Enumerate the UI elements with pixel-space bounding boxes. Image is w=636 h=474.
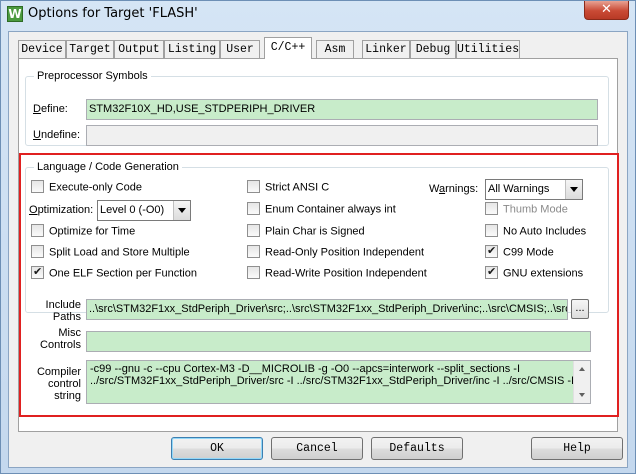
c99-mode-label: C99 Mode (503, 246, 554, 259)
enum-container-label: Enum Container always int (265, 203, 396, 216)
optimize-time-checkbox[interactable]: Optimize for Time (31, 224, 136, 239)
optimize-time-box (31, 224, 44, 237)
plain-char-checkbox[interactable]: Plain Char is Signed (247, 224, 365, 239)
tab-device[interactable]: Device (18, 40, 66, 59)
enum-container-box (247, 202, 260, 215)
split-load-label: Split Load and Store Multiple (49, 246, 190, 259)
compiler-control-text: -c99 --gnu -c --cpu Cortex-M3 -D__MICROL… (90, 363, 575, 387)
include-paths-field[interactable]: ..\src\STM32F1xx_StdPeriph_Driver\src;..… (86, 299, 568, 320)
compiler-control-label: Compiler control string (36, 366, 81, 402)
codegen-legend: Language / Code Generation (34, 161, 182, 173)
scroll-down-icon[interactable] (579, 393, 585, 397)
no-auto-includes-checkbox[interactable]: No Auto Includes (485, 224, 587, 239)
strict-ansi-box (247, 180, 260, 193)
dialog-client: Device Target Output Listing User C/C++ … (8, 31, 628, 468)
execute-only-box (31, 180, 44, 193)
tab-listing[interactable]: Listing (164, 40, 220, 59)
browse-include-button[interactable]: ... (571, 299, 589, 319)
include-paths-label: Include Paths (45, 299, 81, 323)
misc-controls-label: Misc Controls (40, 327, 81, 351)
plain-char-label: Plain Char is Signed (265, 225, 365, 238)
no-auto-includes-label: No Auto Includes (503, 225, 587, 238)
defaults-button[interactable]: Defaults (371, 437, 463, 460)
tab-output[interactable]: Output (114, 40, 164, 59)
window-title: Options for Target 'FLASH' (28, 6, 198, 21)
dialog-window: W Options for Target 'FLASH' ✕ Device Ta… (0, 0, 636, 474)
thumb-mode-label: Thumb Mode (503, 203, 568, 216)
define-label: Define: (33, 103, 68, 115)
preprocessor-legend: Preprocessor Symbols (34, 70, 151, 82)
ok-button[interactable]: OK (171, 437, 263, 460)
rw-position-box (247, 266, 260, 279)
tab-utilities[interactable]: Utilities (456, 40, 520, 59)
optimize-time-label: Optimize for Time (49, 225, 136, 238)
app-icon: W (7, 6, 23, 22)
plain-char-box (247, 224, 260, 237)
gnu-extensions-label: GNU extensions (503, 267, 584, 280)
gnu-extensions-checkbox[interactable]: GNU extensions (485, 265, 584, 281)
enum-container-checkbox[interactable]: Enum Container always int (247, 202, 396, 217)
one-elf-box (31, 265, 44, 279)
help-button[interactable]: Help (531, 437, 623, 460)
chevron-down-icon (173, 201, 190, 220)
split-load-box (31, 245, 44, 258)
strict-ansi-checkbox[interactable]: Strict ANSI C (247, 180, 330, 195)
ro-position-box (247, 245, 260, 258)
execute-only-checkbox[interactable]: Execute-only Code (31, 180, 142, 195)
one-elf-checkbox[interactable]: One ELF Section per Function (31, 265, 197, 281)
warnings-select[interactable]: All Warnings (485, 179, 583, 200)
tab-c-cpp[interactable]: C/C++ (264, 37, 312, 59)
optimization-value: Level 0 (-O0) (100, 204, 165, 216)
chevron-down-icon (565, 180, 582, 199)
optimization-label: Optimization: (29, 204, 94, 216)
rw-position-checkbox[interactable]: Read-Write Position Independent (247, 266, 427, 281)
tab-strip: Device Target Output Listing User C/C++ … (18, 37, 618, 59)
no-auto-includes-box (485, 224, 498, 237)
strict-ansi-label: Strict ANSI C (265, 181, 330, 194)
execute-only-label: Execute-only Code (49, 181, 142, 194)
optimization-select[interactable]: Level 0 (-O0) (97, 200, 191, 221)
tab-debug[interactable]: Debug (410, 40, 456, 59)
c99-mode-checkbox[interactable]: C99 Mode (485, 244, 554, 260)
gnu-extensions-box (485, 265, 498, 279)
define-field[interactable]: STM32F10X_HD,USE_STDPERIPH_DRIVER (86, 99, 598, 120)
warnings-value: All Warnings (488, 183, 550, 195)
c99-mode-box (485, 244, 498, 258)
tab-linker[interactable]: Linker (362, 40, 410, 59)
thumb-mode-checkbox[interactable]: Thumb Mode (485, 202, 568, 217)
tab-panel-c-cpp: Preprocessor Symbols Define: STM32F10X_H… (18, 58, 619, 432)
cancel-button[interactable]: Cancel (271, 437, 363, 460)
undefine-label: Undefine: (33, 129, 81, 141)
split-load-checkbox[interactable]: Split Load and Store Multiple (31, 245, 190, 260)
undefine-field[interactable] (86, 125, 598, 146)
scrollbar[interactable] (573, 361, 590, 403)
close-button[interactable]: ✕ (584, 1, 629, 20)
thumb-mode-box (485, 202, 498, 215)
tab-asm[interactable]: Asm (316, 40, 354, 59)
warnings-label: Warnings: (429, 183, 479, 195)
one-elf-label: One ELF Section per Function (49, 267, 197, 280)
ro-position-label: Read-Only Position Independent (265, 246, 424, 259)
ro-position-checkbox[interactable]: Read-Only Position Independent (247, 245, 424, 260)
title-bar[interactable]: W Options for Target 'FLASH' ✕ (1, 1, 635, 28)
scroll-up-icon[interactable] (579, 367, 585, 371)
tab-target[interactable]: Target (66, 40, 114, 59)
misc-controls-field[interactable] (86, 331, 591, 352)
compiler-control-string[interactable]: -c99 --gnu -c --cpu Cortex-M3 -D__MICROL… (86, 360, 591, 404)
tab-user[interactable]: User (220, 40, 260, 59)
rw-position-label: Read-Write Position Independent (265, 267, 427, 280)
